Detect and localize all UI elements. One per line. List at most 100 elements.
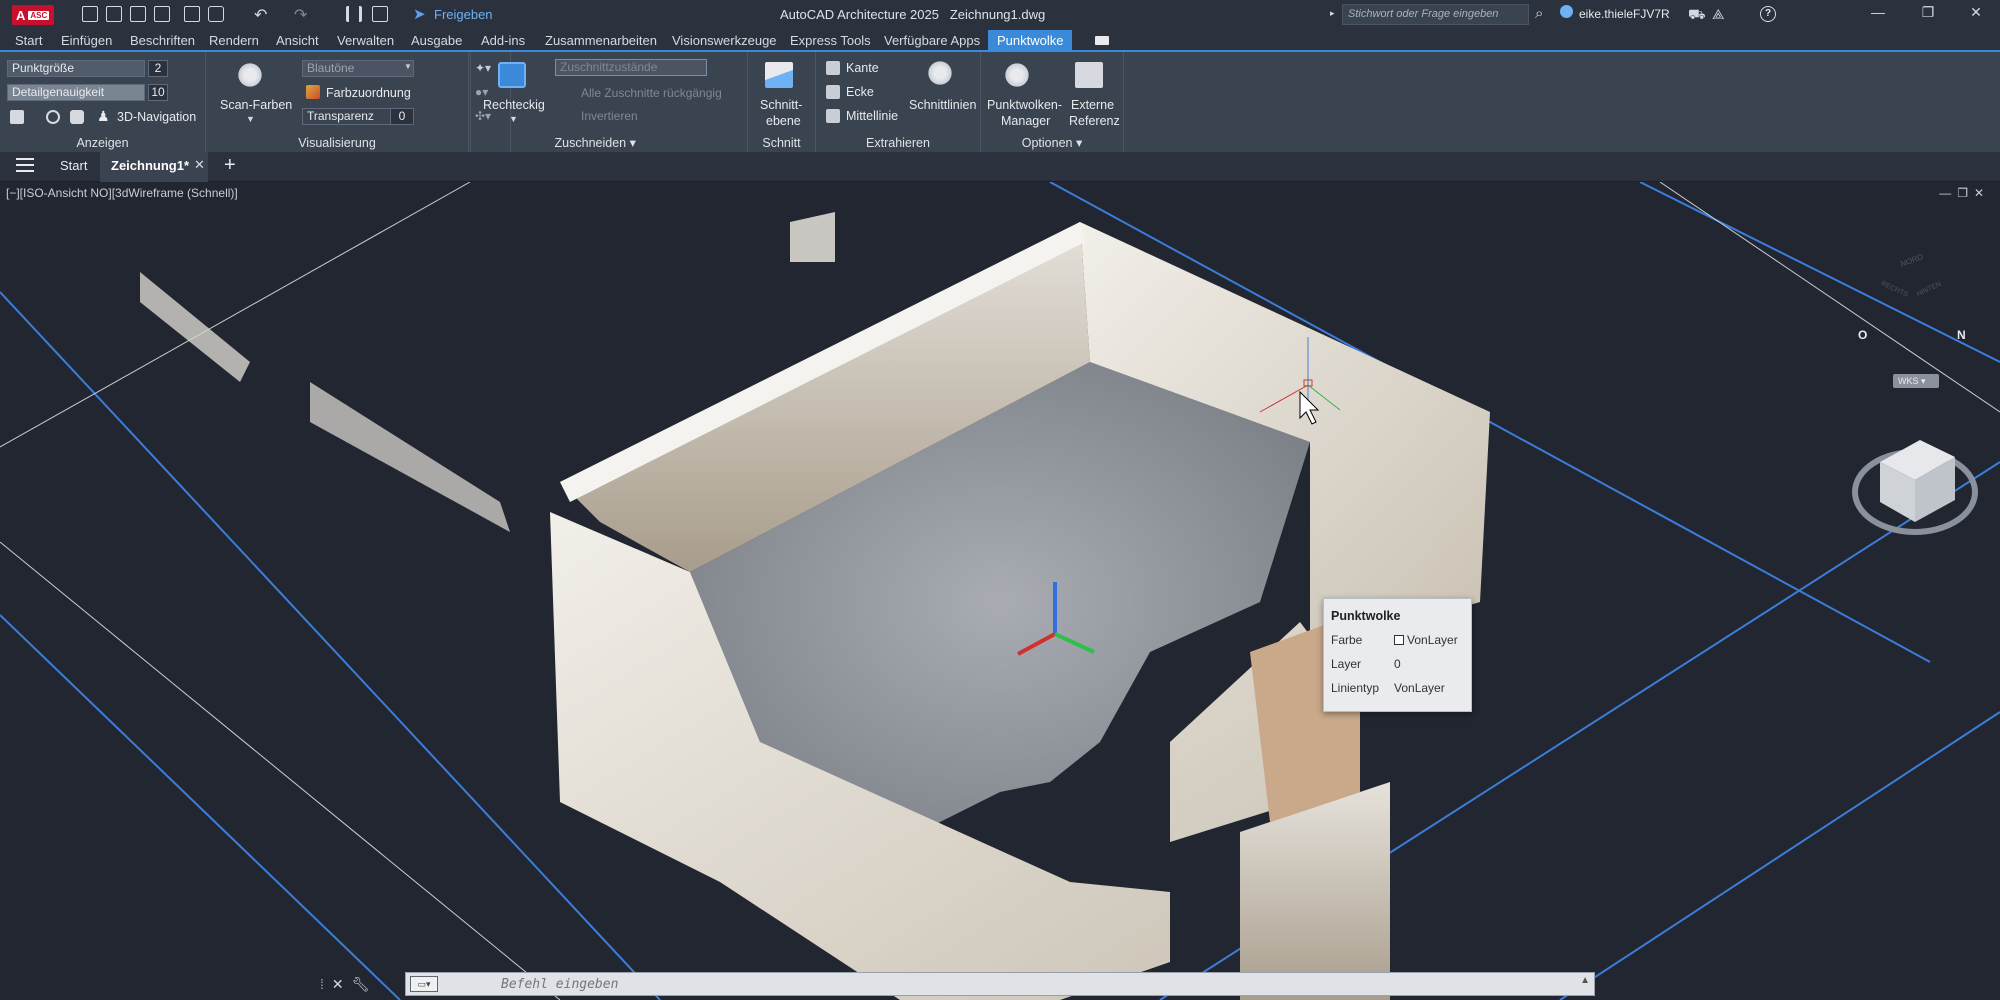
schnittebene-label-2[interactable]: ebene: [766, 114, 801, 128]
command-input[interactable]: [501, 973, 1551, 995]
tab-start[interactable]: Start: [15, 33, 42, 48]
wcs-menu[interactable]: WKS ▾: [1893, 374, 1939, 388]
layer-state-icon[interactable]: [372, 6, 388, 22]
search-icon[interactable]: ⌕: [1535, 5, 1543, 22]
tooltip-row-value: VonLayer: [1394, 681, 1445, 695]
plot-publish-icon[interactable]: [184, 6, 200, 22]
crop-rectangle-icon[interactable]: [498, 62, 526, 88]
tab-punktwolke[interactable]: Punktwolke: [988, 30, 1073, 52]
save-as-icon[interactable]: [154, 6, 170, 22]
viewport-label[interactable]: [−][ISO-Ansicht NO][3dWireframe (Schnell…: [6, 186, 238, 200]
doc-tab-current[interactable]: Zeichnung1* ✕: [100, 152, 208, 182]
schnittlinien-button[interactable]: Schnittlinien: [909, 98, 976, 112]
tab-ausgabe[interactable]: Ausgabe: [411, 33, 462, 48]
scan-farben-button[interactable]: Scan-Farben: [220, 98, 292, 112]
walk-icon[interactable]: ♟: [97, 108, 110, 125]
extern-label-1[interactable]: Externe: [1071, 98, 1114, 112]
point-cloud-room[interactable]: [140, 212, 1490, 1000]
grip-handle[interactable]: ⁞: [320, 976, 324, 992]
tab-visionswerkzeuge[interactable]: Visionswerkzeuge: [672, 33, 777, 48]
panel-title-zuschneiden[interactable]: Zuschneiden ▾: [471, 135, 719, 150]
reset-crop-button[interactable]: Alle Zuschnitte rückgängig: [581, 86, 722, 100]
scan-farben-dropdown-icon[interactable]: ▼: [246, 114, 255, 124]
chevron-down-icon: ▼: [404, 62, 412, 71]
ribbon-toggle-icon[interactable]: [1095, 36, 1109, 45]
edge-icon: [826, 61, 840, 75]
ecke-button[interactable]: Ecke: [846, 85, 874, 99]
expand-search-icon[interactable]: ▸: [1330, 8, 1335, 19]
help-icon[interactable]: ?: [1760, 6, 1776, 22]
cart-icon[interactable]: ⛟: [1688, 6, 1706, 25]
undo-icon[interactable]: ↶: [254, 5, 267, 25]
extern-label-2[interactable]: Referenz: [1069, 114, 1120, 128]
tab-einfuegen[interactable]: Einfügen: [61, 33, 112, 48]
cube-icon[interactable]: [10, 110, 24, 124]
save-icon[interactable]: [130, 6, 146, 22]
hamburger-menu-icon[interactable]: [16, 158, 34, 172]
rechteckig-dropdown-icon[interactable]: ▼: [509, 114, 518, 124]
customize-wrench-icon[interactable]: 🔧︎: [352, 976, 370, 993]
redo-icon[interactable]: ↷: [294, 5, 307, 25]
new-file-icon[interactable]: [82, 6, 98, 22]
panel-zuschneiden: Rechteckig ▼ Zuschnittzustände Alle Zusc…: [470, 52, 748, 152]
rechteckig-button[interactable]: Rechteckig: [483, 98, 545, 112]
transparenz-value[interactable]: 0: [390, 108, 414, 125]
detailgenauigkeit-value[interactable]: 10: [148, 84, 168, 101]
color-scheme-select[interactable]: Blautöne: [302, 60, 414, 77]
tab-verwalten[interactable]: Verwalten: [337, 33, 394, 48]
camera-icon[interactable]: [70, 110, 84, 124]
print-icon[interactable]: [208, 6, 224, 22]
minimize-button[interactable]: —: [1868, 4, 1888, 24]
mittellinie-button[interactable]: Mittellinie: [846, 109, 898, 123]
external-reference-icon[interactable]: [1075, 62, 1103, 88]
schnittebene-label-1[interactable]: Schnitt-: [760, 98, 802, 112]
farbzuordnung-button[interactable]: Farbzuordnung: [326, 86, 411, 100]
share-button[interactable]: Freigeben: [434, 7, 493, 22]
manager-label-2[interactable]: Manager: [1001, 114, 1050, 128]
workspace-icon[interactable]: [346, 6, 362, 22]
restore-button[interactable]: ❐: [1918, 4, 1938, 24]
panel-visualisierung: Scan-Farben ▼ Blautöne ▼ Farbzuordnung T…: [206, 52, 469, 152]
tab-verfuegbare-apps[interactable]: Verfügbare Apps: [884, 33, 980, 48]
manager-label-1[interactable]: Punktwolken-: [987, 98, 1062, 112]
detailgenauigkeit-slider[interactable]: Detailgenauigkeit: [7, 84, 145, 101]
new-tab-icon[interactable]: +: [224, 154, 236, 177]
panel-title-optionen[interactable]: Optionen ▾: [981, 135, 1123, 150]
open-folder-icon[interactable]: [106, 6, 122, 22]
tab-add-ins[interactable]: Add-ins: [481, 33, 525, 48]
viewcube[interactable]: [1852, 440, 1978, 535]
close-tab-icon[interactable]: ✕: [194, 157, 205, 173]
tab-rendern[interactable]: Rendern: [209, 33, 259, 48]
user-name[interactable]: eike.thieleFJV7R: [1579, 7, 1670, 21]
model-space-canvas[interactable]: [0, 182, 2000, 1000]
zuschnittzustaende-select[interactable]: Zuschnittzustände: [555, 59, 707, 76]
doc-tab-start[interactable]: Start: [60, 158, 87, 173]
tab-beschriften[interactable]: Beschriften: [130, 33, 195, 48]
recent-commands-icon[interactable]: ▭▾: [410, 976, 438, 992]
close-button[interactable]: ✕: [1966, 4, 1986, 24]
command-history-icon[interactable]: ▲: [1580, 975, 1590, 986]
punktgroesse-value[interactable]: 2: [148, 60, 168, 77]
tab-express-tools[interactable]: Express Tools: [790, 33, 871, 48]
section-plane-icon[interactable]: [765, 62, 793, 88]
close-command-icon[interactable]: ✕: [332, 976, 344, 993]
point-cloud-manager-icon[interactable]: [1003, 62, 1031, 88]
panel-anzeigen: Punktgröße 2 Detailgenauigkeit 10 ♟ 3D-N…: [0, 52, 206, 152]
orbit-icon[interactable]: [46, 110, 60, 124]
nav3d-button[interactable]: 3D-Navigation: [117, 110, 196, 124]
application-menu-button[interactable]: A ASC: [12, 5, 54, 25]
user-icon[interactable]: [1560, 5, 1573, 18]
invertieren-button[interactable]: Invertieren: [581, 109, 638, 123]
command-line[interactable]: ▭▾ ▲: [405, 972, 1595, 996]
scan-colors-icon[interactable]: [236, 62, 264, 88]
section-lines-icon[interactable]: [926, 60, 954, 86]
punktgroesse-slider[interactable]: Punktgröße: [7, 60, 145, 77]
share-icon[interactable]: ➤: [413, 5, 426, 23]
search-input[interactable]: Stichwort oder Frage eingeben: [1342, 4, 1529, 25]
viewport-window-controls[interactable]: —❐✕: [1939, 186, 1990, 200]
drawing-viewport[interactable]: [−][ISO-Ansicht NO][3dWireframe (Schnell…: [0, 182, 2000, 1000]
tab-ansicht[interactable]: Ansicht: [276, 33, 319, 48]
connect-icon[interactable]: ⟁: [1712, 6, 1725, 23]
tab-zusammenarbeiten[interactable]: Zusammenarbeiten: [545, 33, 657, 48]
kante-button[interactable]: Kante: [846, 61, 879, 75]
